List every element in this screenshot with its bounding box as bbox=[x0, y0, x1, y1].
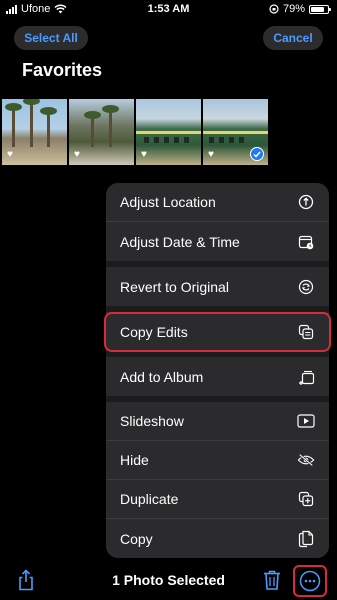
status-right: 79% bbox=[269, 3, 331, 15]
menu-item-revert-to-original[interactable]: Revert to Original bbox=[106, 267, 329, 312]
favorite-heart-icon: ♥ bbox=[141, 149, 147, 160]
menu-item-duplicate[interactable]: Duplicate bbox=[106, 480, 329, 519]
bottom-toolbar: 1 Photo Selected bbox=[0, 560, 337, 600]
favorite-heart-icon: ♥ bbox=[74, 149, 80, 160]
photo-grid: ♥ ♥ ♥ ♥ bbox=[2, 99, 268, 165]
menu-item-add-to-album[interactable]: Add to Album bbox=[106, 357, 329, 402]
battery-percent: 79% bbox=[282, 3, 305, 15]
photo-thumbnail[interactable]: ♥ bbox=[203, 99, 268, 165]
page-title: Favorites bbox=[22, 60, 103, 80]
favorite-heart-icon: ♥ bbox=[208, 149, 214, 160]
cancel-button[interactable]: Cancel bbox=[263, 26, 323, 50]
eye-slash-icon bbox=[297, 451, 315, 469]
favorite-heart-icon: ♥ bbox=[7, 149, 13, 160]
menu-item-adjust-date-time[interactable]: Adjust Date & Time bbox=[106, 222, 329, 267]
menu-item-slideshow[interactable]: Slideshow bbox=[106, 402, 329, 441]
duplicate-icon bbox=[297, 490, 315, 508]
menu-item-copy[interactable]: Copy bbox=[106, 519, 329, 558]
calendar-clock-icon bbox=[297, 233, 315, 251]
more-icon[interactable] bbox=[293, 565, 327, 597]
trash-icon[interactable] bbox=[262, 569, 282, 591]
copy-edits-icon bbox=[297, 323, 315, 341]
location-info-icon bbox=[297, 193, 315, 211]
menu-item-copy-edits[interactable]: Copy Edits bbox=[104, 312, 331, 357]
menu-item-adjust-location[interactable]: Adjust Location bbox=[106, 183, 329, 222]
status-bar: Ufone 1:53 AM 79% bbox=[0, 0, 337, 20]
add-to-album-icon bbox=[297, 368, 315, 386]
photo-thumbnail[interactable]: ♥ bbox=[69, 99, 134, 165]
photo-thumbnail[interactable]: ♥ bbox=[2, 99, 67, 165]
selection-count-label: 1 Photo Selected bbox=[112, 572, 225, 588]
menu-item-hide[interactable]: Hide bbox=[106, 441, 329, 480]
context-menu: Adjust Location Adjust Date & Time Rever… bbox=[104, 183, 331, 558]
play-icon bbox=[297, 412, 315, 430]
revert-icon bbox=[297, 278, 315, 296]
orientation-lock-icon bbox=[269, 4, 279, 14]
battery-icon bbox=[309, 4, 331, 14]
photo-thumbnail[interactable]: ♥ bbox=[136, 99, 201, 165]
select-all-button[interactable]: Select All bbox=[14, 26, 88, 50]
copy-icon bbox=[297, 530, 315, 548]
checkmark-icon bbox=[250, 147, 264, 161]
